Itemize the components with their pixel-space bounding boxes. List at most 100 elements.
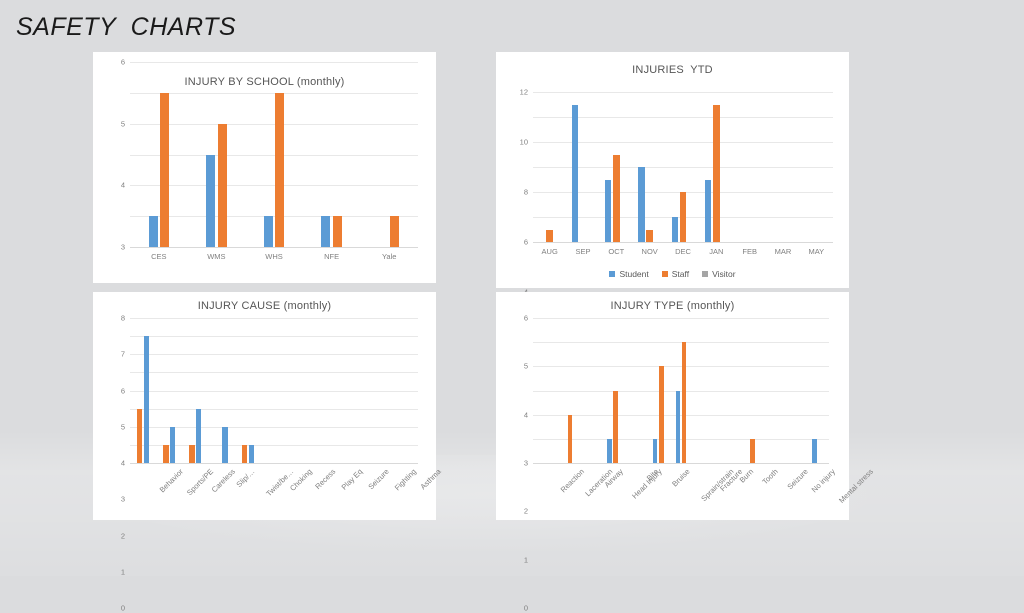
x-axis-tick-label: MAR (774, 247, 792, 256)
legend-swatch-icon (661, 271, 668, 277)
y-axis-tick-label: 6 (120, 57, 125, 67)
y-axis-tick-label: 3 (120, 494, 125, 504)
chart-title-injury-type: INJURY TYPE (monthly) (610, 300, 735, 312)
x-axis-tick-label: Bruise (670, 467, 692, 489)
bar[interactable] (646, 229, 653, 242)
y-axis-tick-label: 3 (523, 458, 528, 468)
x-axis-tick-label: JAN (709, 247, 724, 256)
y-axis-tick-label: 2 (120, 531, 125, 540)
bar[interactable] (390, 216, 400, 247)
bar[interactable] (613, 154, 620, 242)
bar[interactable] (163, 444, 169, 463)
bar[interactable] (750, 438, 755, 463)
x-axis-tick-label: Careless (210, 467, 238, 495)
gridline: 0 (121, 463, 418, 613)
bar[interactable] (652, 438, 658, 463)
chart-title-injuries-ytd: INJURIES YTD (632, 64, 713, 76)
y-axis-tick-label: 5 (120, 422, 125, 432)
legend-item[interactable]: Staff (661, 269, 689, 279)
bar[interactable] (671, 217, 679, 242)
y-axis-tick-label: 6 (523, 313, 528, 323)
bar[interactable] (275, 92, 285, 247)
gridline: 4 (121, 390, 418, 468)
legend-label: Visitor (712, 269, 736, 279)
bar[interactable] (222, 426, 228, 463)
legend-injuries-ytd: Student Staff Visitor (496, 268, 849, 280)
gridline: 6 (121, 354, 418, 395)
bar[interactable] (638, 167, 645, 242)
y-axis-tick-label: 5 (120, 119, 125, 129)
bar[interactable] (241, 444, 248, 463)
bar[interactable] (248, 444, 254, 463)
plot-area-injury-cause: 0 1 2 3 4 5 6 7 8 (121, 314, 418, 613)
bar[interactable] (546, 229, 553, 242)
bar[interactable] (263, 216, 273, 247)
chart-card-injuries-ytd[interactable]: INJURIES YTD 024681012 AUGSEPOCTNOVDECJA… (496, 52, 849, 397)
y-axis-tick-label: 6 (523, 237, 528, 247)
x-axis-tick-label: Seizure (365, 467, 391, 492)
bar[interactable] (571, 104, 579, 242)
y-axis-tick-label: 6 (120, 386, 125, 395)
bar[interactable] (613, 390, 618, 463)
y-axis-tick-label: 3 (120, 242, 125, 252)
bar[interactable] (160, 92, 170, 247)
bar[interactable] (812, 438, 817, 463)
plot-area-injury-type: 0 1 2 3 4 5 6 (524, 314, 829, 613)
y-axis-tick-label: 1 (523, 555, 528, 565)
x-axis-tick-label: SEP (575, 247, 591, 256)
x-axis-tick-label: Behavior (157, 467, 186, 495)
plot-area-injuries-ytd: 024681012 (520, 88, 833, 397)
gridline: 3 (121, 408, 418, 504)
bar[interactable] (137, 408, 143, 463)
x-axis-tick-label: MAY (808, 247, 825, 256)
bar[interactable] (196, 408, 202, 463)
x-axis-tick-label: Sports/PE (185, 467, 216, 498)
x-axis-tick-label: DEC (675, 247, 691, 256)
bar[interactable] (170, 426, 176, 463)
x-axis-tick-label: CES (151, 252, 167, 261)
y-axis-tick-label: 8 (120, 313, 125, 323)
legend-item[interactable]: Student (609, 269, 649, 279)
x-axis-tick-label: Reaction (559, 467, 587, 495)
legend-item[interactable]: Visitor (702, 269, 736, 279)
x-axis-tick-label: Tooth (760, 467, 781, 487)
gridline: 6 (121, 58, 418, 67)
chart-card-injury-cause[interactable]: INJURY CAUSE (monthly) 0 1 2 3 4 5 6 7 8 Behavio… (93, 292, 443, 613)
gridline: 12 (520, 88, 833, 97)
gridline: 5 (121, 372, 418, 431)
chart-card-injury-by-school[interactable]: INJURY BY SCHOOL (monthly) 0123456 CESWM… (93, 52, 436, 437)
bar[interactable] (321, 216, 331, 247)
y-axis-tick-label: 1 (120, 567, 125, 577)
bar[interactable] (675, 390, 681, 463)
x-axis-tick-label: No injury (809, 467, 837, 495)
bar[interactable] (148, 216, 158, 247)
bar[interactable] (607, 438, 612, 463)
x-axis-tick-label: WHS (265, 252, 283, 261)
y-axis-tick-label: 8 (523, 187, 528, 197)
x-axis-labels-injury-cause: Behavior Sports/PE Careless Slip/… Twist/be…… (130, 467, 443, 517)
bar[interactable] (567, 414, 573, 463)
legend-swatch-icon (702, 271, 709, 277)
bar[interactable] (713, 104, 720, 242)
y-axis-tick-label: 12 (519, 87, 528, 97)
bar[interactable] (206, 154, 216, 247)
bar[interactable] (658, 366, 664, 463)
bar[interactable] (143, 336, 150, 463)
y-axis-tick-label: 4 (120, 180, 125, 190)
y-axis-tick-label: 4 (523, 410, 528, 420)
gridline: 0 (121, 247, 418, 437)
chart-card-injury-type[interactable]: INJURY TYPE (monthly) 0 1 2 3 4 5 6 Reaction La… (496, 292, 875, 613)
y-axis-tick-label: 4 (120, 458, 125, 468)
legend-swatch-icon (609, 271, 616, 277)
bar[interactable] (679, 192, 687, 242)
gridline: 6 (524, 314, 829, 323)
bar[interactable] (704, 179, 712, 242)
bar[interactable] (604, 179, 612, 242)
bar[interactable] (217, 123, 227, 247)
y-axis-tick-label: 5 (523, 361, 528, 371)
bar[interactable] (332, 216, 342, 247)
gridline: 4 (121, 123, 418, 190)
x-axis-tick-label: Seizure (785, 467, 810, 492)
bar[interactable] (681, 342, 687, 463)
bar[interactable] (189, 444, 195, 463)
